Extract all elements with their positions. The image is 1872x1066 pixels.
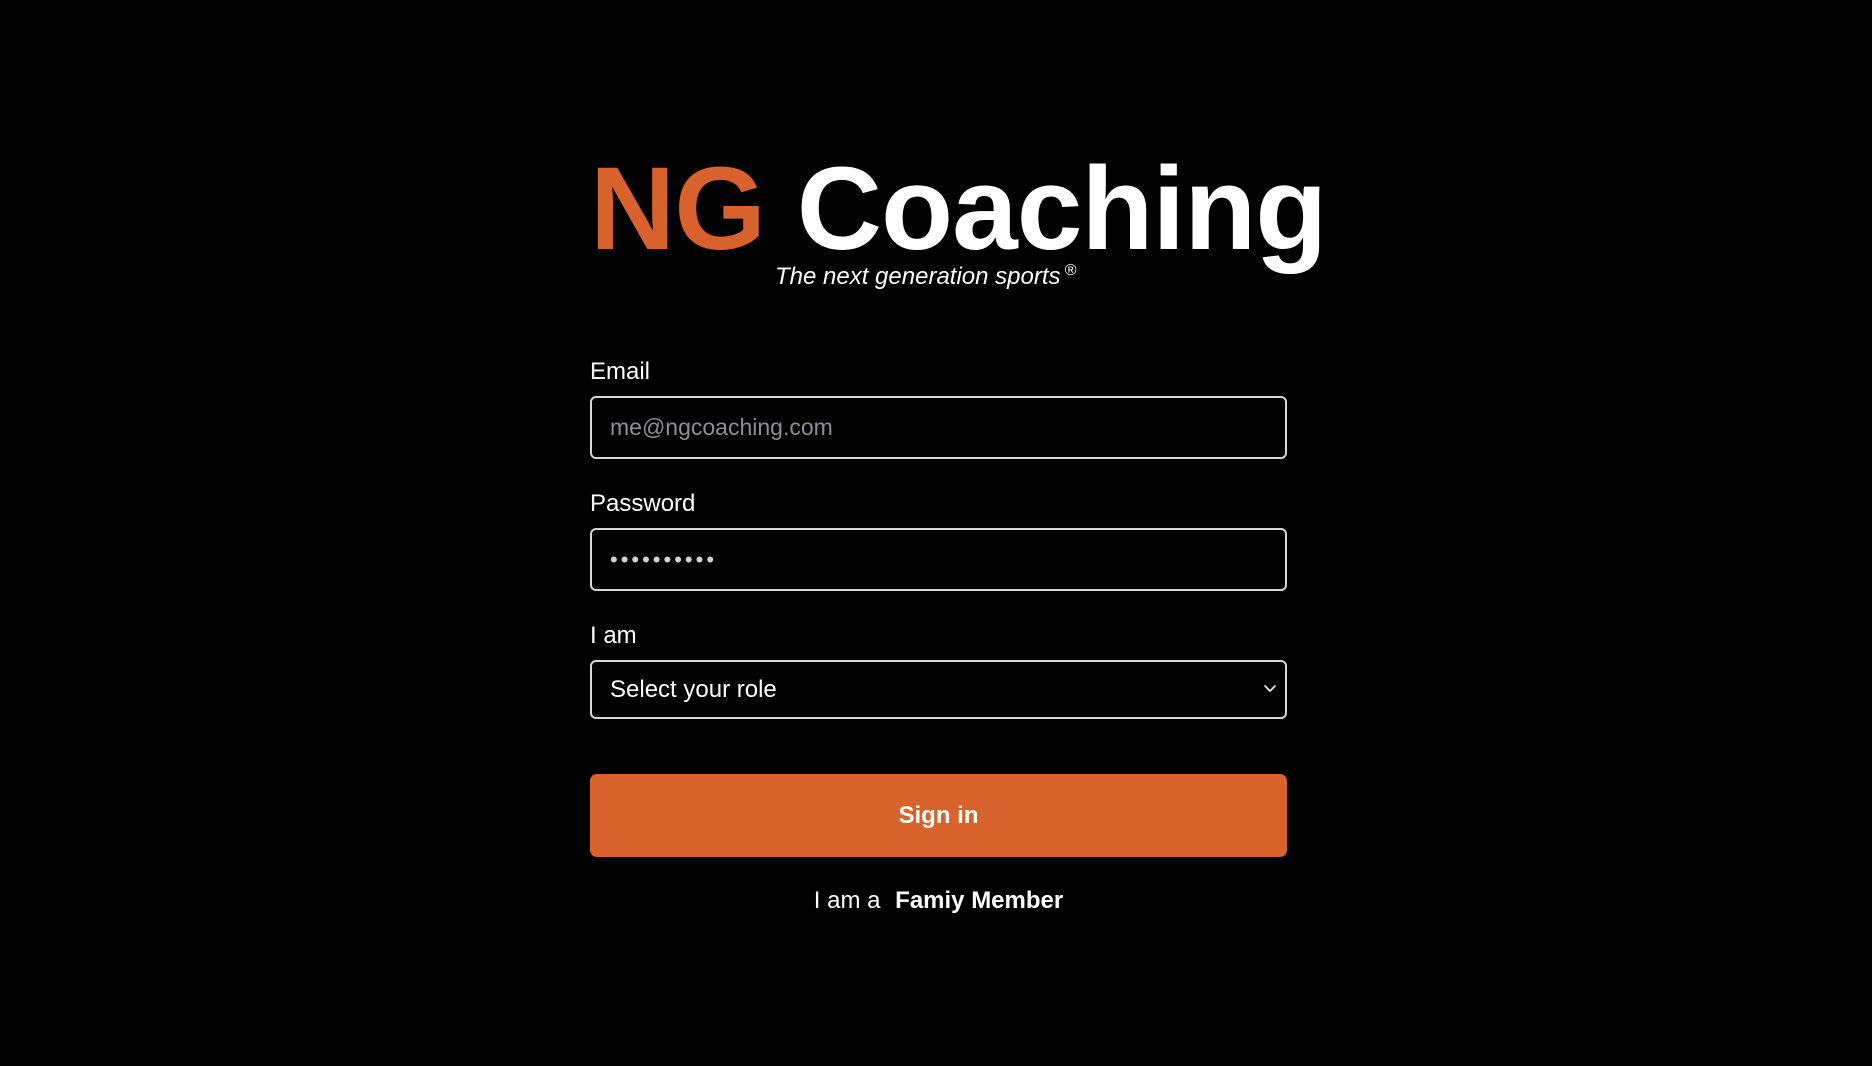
email-group: Email <box>590 358 1287 459</box>
password-input[interactable]: •••••••••• <box>590 528 1287 591</box>
brand-logo: NG Coaching <box>590 150 1327 268</box>
sign-in-button[interactable]: Sign in <box>590 774 1287 857</box>
family-member-prefix: I am a <box>813 887 881 914</box>
email-label: Email <box>590 358 651 385</box>
role-label: I am <box>590 622 637 649</box>
password-label: Password <box>590 490 696 517</box>
family-member-row: I am a Famiy Member <box>590 887 1287 915</box>
password-group: Password •••••••••• <box>590 490 1287 591</box>
registered-mark: ® <box>1064 262 1077 279</box>
chevron-down-icon <box>1264 684 1276 692</box>
email-input[interactable] <box>590 396 1287 459</box>
tagline-text: The next generation sports <box>775 263 1061 290</box>
login-container: NG Coaching The next generation sports ® … <box>590 150 1327 914</box>
brand-tagline: The next generation sports ® <box>775 262 1076 291</box>
brand-header: NG Coaching The next generation sports ® <box>590 150 1327 290</box>
login-form: Email Password •••••••••• I am Select yo… <box>590 358 1287 915</box>
role-select-value: Select your role <box>610 675 777 703</box>
family-member-link[interactable]: Famiy Member <box>895 887 1063 914</box>
brand-name-coaching: Coaching <box>796 143 1328 275</box>
role-group: I am Select your role <box>590 622 1287 719</box>
brand-name-ng: NG <box>590 143 766 275</box>
role-select[interactable]: Select your role <box>590 660 1287 719</box>
password-masked-value: •••••••••• <box>610 546 718 572</box>
